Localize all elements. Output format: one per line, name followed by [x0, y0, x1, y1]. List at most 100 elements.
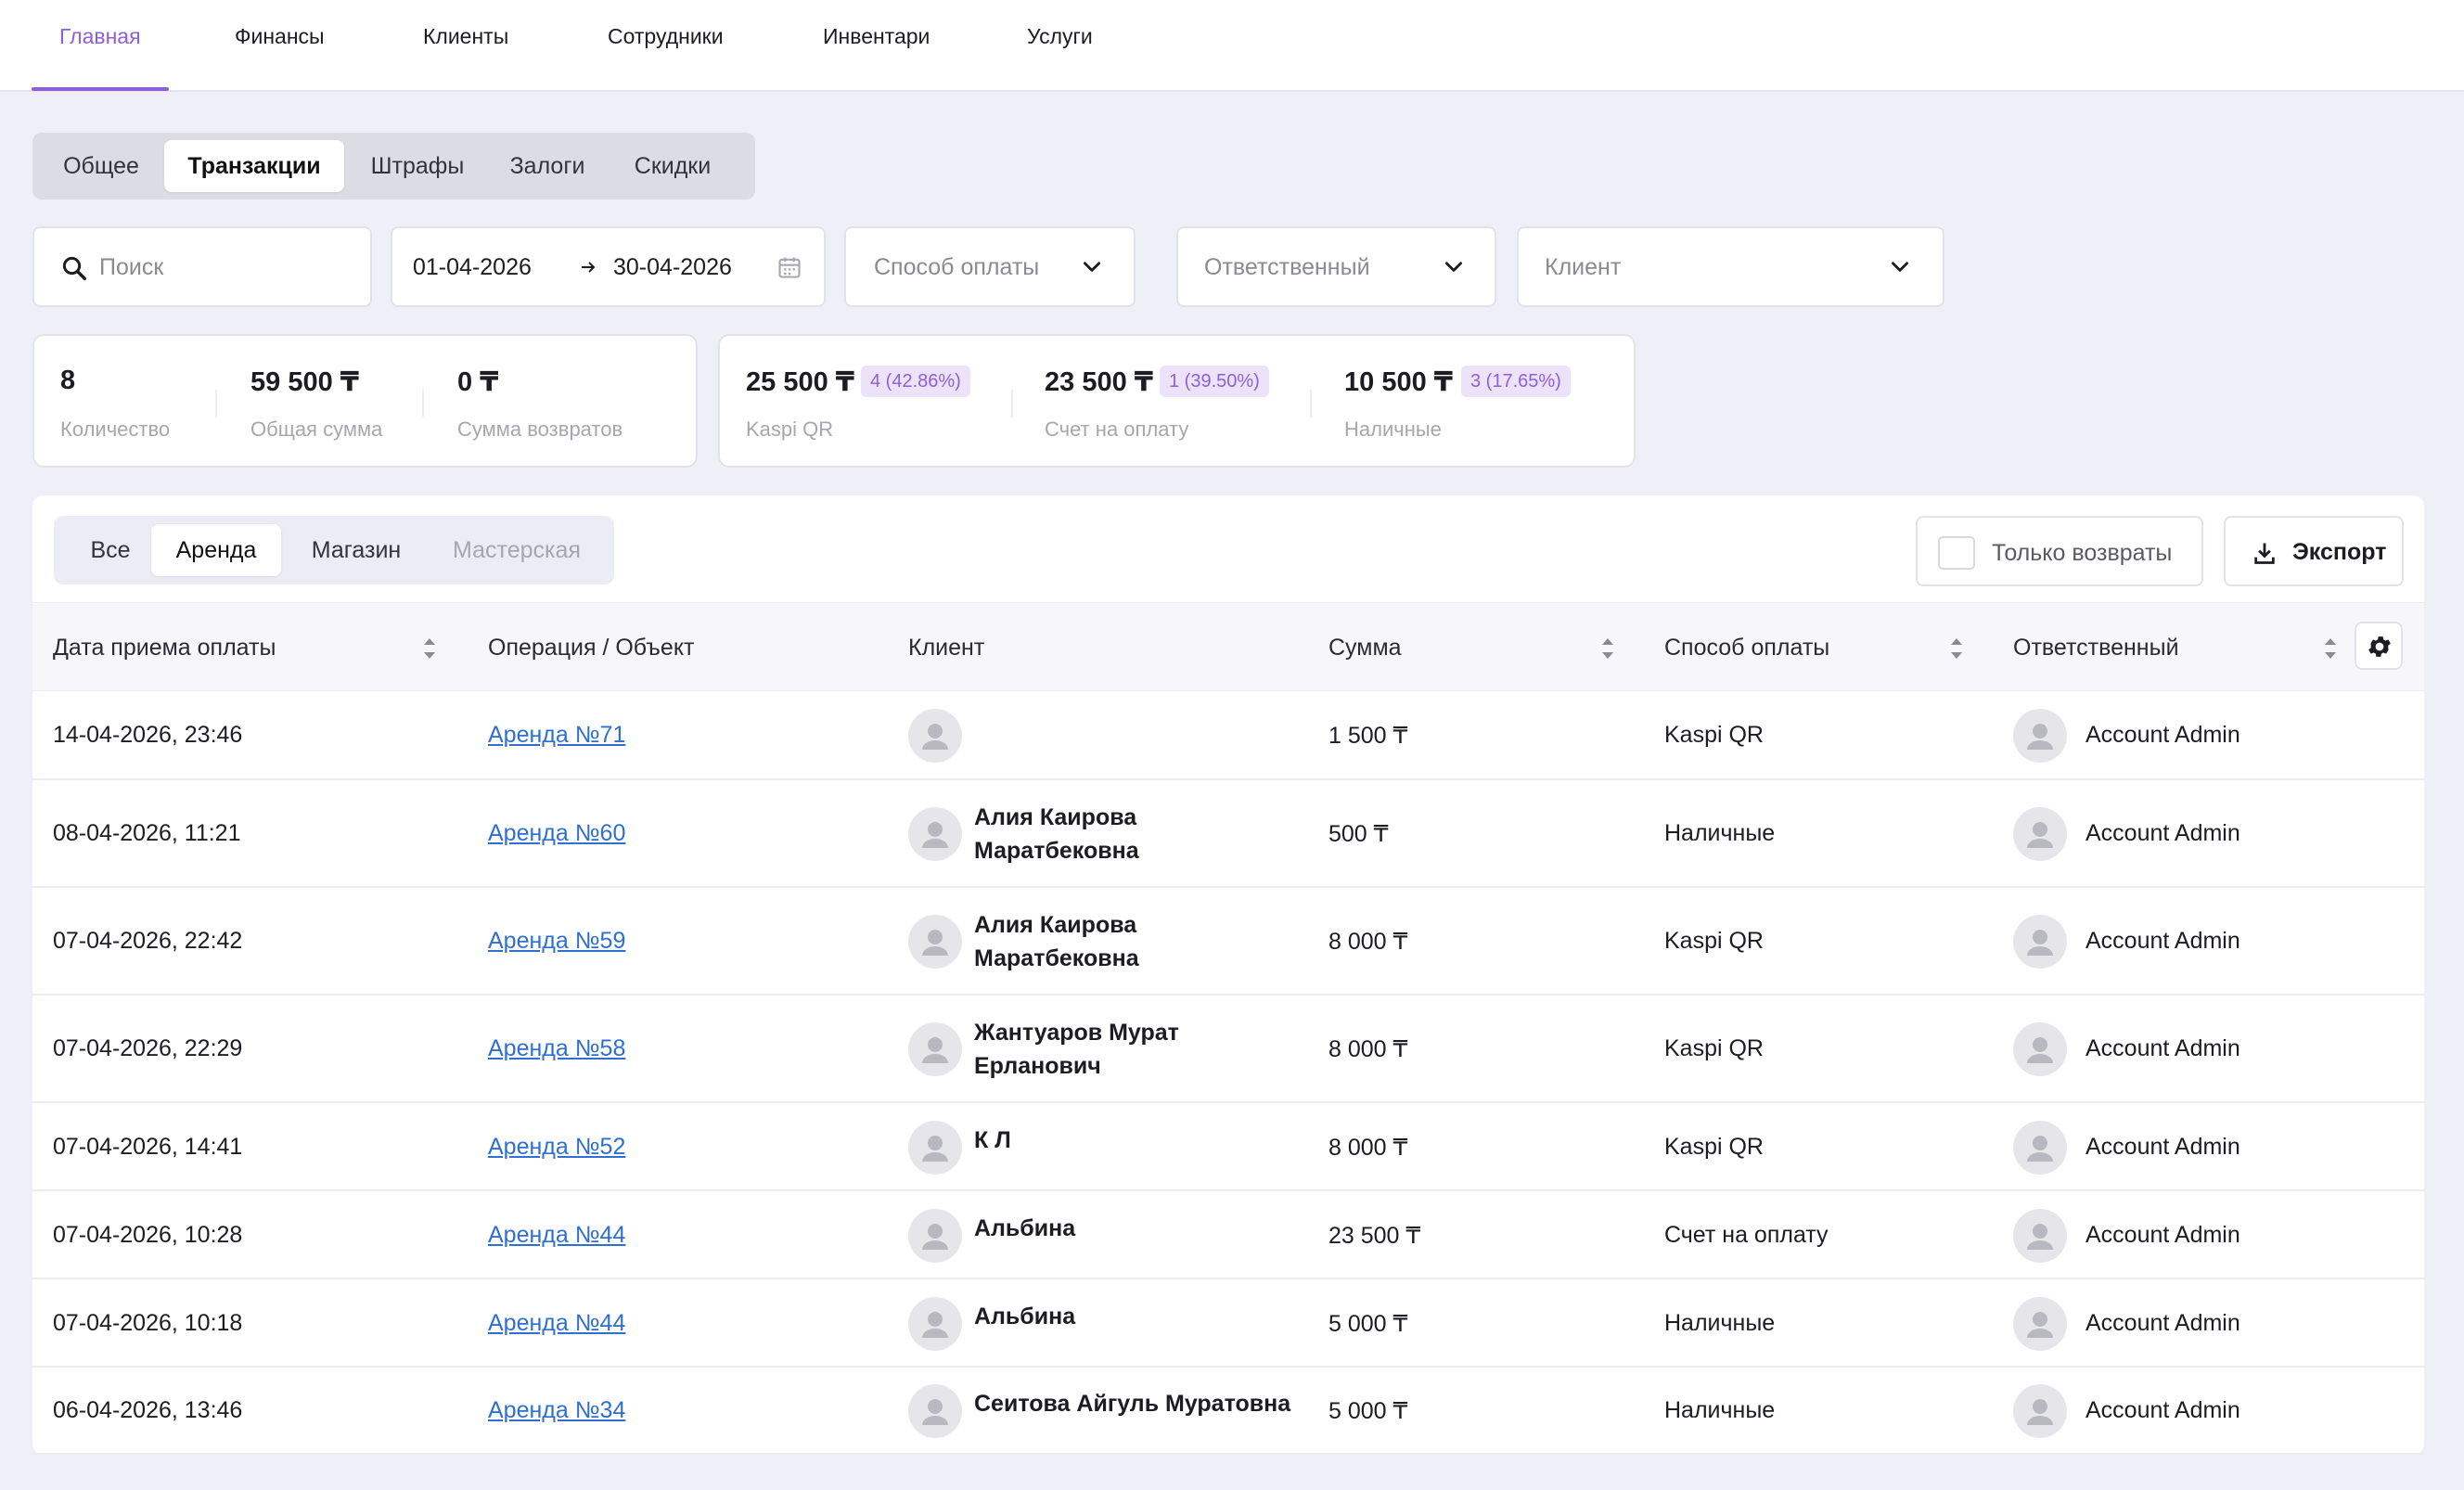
total-value: 59 500 ₸	[250, 367, 359, 397]
cell-amount: 8 000 ₸	[1328, 929, 1408, 955]
column-header-client: Клиент	[908, 635, 985, 661]
subtab-general[interactable]: Общее	[40, 140, 162, 192]
subtab-transactions[interactable]: Транзакции	[164, 140, 344, 192]
operation-link[interactable]: Аренда №52	[488, 1134, 625, 1161]
cell-responsible: Account Admin	[2085, 1397, 2240, 1423]
subtab-fines[interactable]: Штрафы	[348, 140, 487, 192]
client-name: Альбина	[974, 1300, 1197, 1333]
responsible-avatar	[2013, 915, 2067, 969]
nav-item-inventory[interactable]: Инвентари	[823, 24, 930, 49]
table-row[interactable]: 07-04-2026, 22:29 Аренда №58 Жантуаров Мур…	[32, 995, 2424, 1103]
calendar-icon[interactable]	[776, 254, 802, 280]
subtab-discounts[interactable]: Скидки	[608, 140, 738, 192]
cell-date: 07-04-2026, 10:28	[53, 1221, 243, 1248]
client-avatar	[908, 1022, 962, 1076]
operation-link[interactable]: Аренда №34	[488, 1397, 625, 1424]
method-cash-label: Наличные	[1344, 417, 1442, 441]
client-avatar	[908, 915, 962, 969]
divider	[422, 390, 424, 417]
client-select[interactable]: Клиент	[1517, 226, 1944, 307]
refunds-label: Сумма возвратов	[457, 417, 623, 441]
nav-item-services[interactable]: Услуги	[1027, 24, 1093, 49]
payment-method-select[interactable]: Способ оплаты	[844, 226, 1136, 307]
responsible-placeholder: Ответственный	[1204, 254, 1370, 280]
sort-icon[interactable]	[2323, 633, 2338, 664]
export-button[interactable]: Экспорт	[2224, 516, 2404, 586]
method-kaspi-badge: 4 (42.86%)	[861, 366, 970, 397]
refunds-only-label: Только возвраты	[1992, 540, 2173, 566]
refunds-only-checkbox[interactable]	[1938, 536, 1975, 570]
client-name-line1: К Л	[974, 1126, 1011, 1153]
client-name-line1: Альбина	[974, 1214, 1076, 1241]
cell-payment-method: Наличные	[1664, 1309, 1776, 1336]
subtab-deposits[interactable]: Залоги	[493, 140, 602, 192]
client-avatar	[908, 1120, 962, 1175]
nav-item-finance[interactable]: Финансы	[235, 24, 325, 49]
table-row[interactable]: 07-04-2026, 10:28 Аренда №44 Альбина 23 500…	[32, 1191, 2424, 1279]
client-placeholder: Клиент	[1545, 254, 1622, 280]
table-row[interactable]: 07-04-2026, 14:41 Аренда №52 К Л 8 000 ₸ Kas…	[32, 1103, 2424, 1191]
finance-subtabs: Общее Транзакции Штрафы Залоги Скидки	[32, 133, 755, 199]
client-name: Сеитова Айгуль Муратовна	[974, 1387, 1327, 1420]
operation-link[interactable]: Аренда №60	[488, 820, 625, 847]
sort-icon[interactable]	[1600, 633, 1615, 664]
summary-stats-card: 8 Количество 59 500 ₸ Общая сумма 0 ₸ Су…	[32, 334, 698, 468]
method-invoice-label: Счет на оплату	[1045, 417, 1189, 441]
nav-item-home[interactable]: Главная	[59, 24, 141, 49]
category-tab-shop[interactable]: Магазин	[286, 524, 427, 576]
search-input[interactable]	[99, 249, 359, 286]
operation-link[interactable]: Аренда №44	[488, 1222, 625, 1249]
category-tab-all[interactable]: Все	[62, 524, 159, 576]
cell-payment-method: Счет на оплату	[1664, 1221, 1829, 1248]
table-row[interactable]: 08-04-2026, 11:21 Аренда №60 Алия Каирова М…	[32, 780, 2424, 888]
table-row[interactable]: 07-04-2026, 22:42 Аренда №59 Алия Каирова М…	[32, 888, 2424, 995]
responsible-select[interactable]: Ответственный	[1176, 226, 1496, 307]
search-icon	[62, 256, 86, 280]
cell-date: 14-04-2026, 23:46	[53, 722, 243, 748]
nav-item-employees[interactable]: Сотрудники	[608, 24, 724, 49]
responsible-avatar	[2013, 1022, 2067, 1076]
responsible-avatar	[2013, 1208, 2067, 1263]
sort-icon[interactable]	[1949, 633, 1964, 664]
client-name: Алия Каирова Маратбековна	[974, 908, 1197, 975]
column-header-responsible[interactable]: Ответственный	[2013, 635, 2179, 662]
client-avatar	[908, 1208, 962, 1263]
date-range-picker[interactable]: 01-04-2026 30-04-2026	[391, 226, 826, 307]
operation-link[interactable]: Аренда №59	[488, 928, 625, 955]
table-header: Дата приема оплаты Операция / Объект Кли…	[32, 602, 2424, 691]
refunds-only-toggle[interactable]: Только возвраты	[1916, 516, 2203, 586]
date-to[interactable]: 30-04-2026	[613, 254, 732, 281]
client-name-line1: Альбина	[974, 1303, 1076, 1329]
column-header-operation: Операция / Объект	[488, 635, 695, 661]
refunds-value: 0 ₸	[457, 367, 499, 397]
chevron-down-icon	[1892, 262, 1908, 272]
column-header-amount[interactable]: Сумма	[1328, 635, 1402, 662]
operation-link[interactable]: Аренда №44	[488, 1310, 625, 1337]
cell-amount: 23 500 ₸	[1328, 1222, 1421, 1249]
table-row[interactable]: 14-04-2026, 23:46 Аренда №71 1 500 ₸ Kaspi …	[32, 691, 2424, 780]
cell-responsible: Account Admin	[2085, 1133, 2240, 1160]
table-row[interactable]: 07-04-2026, 10:18 Аренда №44 Альбина 5 000 …	[32, 1279, 2424, 1368]
sort-icon[interactable]	[422, 633, 437, 664]
operation-link[interactable]: Аренда №58	[488, 1035, 625, 1062]
top-navigation: Главная Финансы Клиенты Сотрудники Инвен…	[0, 0, 2464, 92]
nav-item-clients[interactable]: Клиенты	[423, 24, 508, 49]
column-header-method[interactable]: Способ оплаты	[1664, 635, 1829, 662]
category-tab-rental[interactable]: Аренда	[151, 524, 281, 576]
cell-responsible: Account Admin	[2085, 1309, 2240, 1336]
operation-link[interactable]: Аренда №71	[488, 722, 625, 749]
cell-amount: 8 000 ₸	[1328, 1134, 1408, 1161]
table-row[interactable]: 06-04-2026, 13:46 Аренда №34 Сеитова Айгул…	[32, 1368, 2424, 1455]
column-header-date[interactable]: Дата приема оплаты	[53, 635, 276, 662]
responsible-avatar	[2013, 1384, 2067, 1438]
cell-amount: 5 000 ₸	[1328, 1310, 1408, 1337]
divider	[215, 390, 217, 417]
client-avatar	[908, 1296, 962, 1351]
date-from[interactable]: 01-04-2026	[413, 254, 532, 281]
cell-date: 07-04-2026, 10:18	[53, 1309, 243, 1336]
responsible-avatar	[2013, 709, 2067, 763]
transactions-table-card: Все Аренда Магазин Мастерская Только воз…	[32, 495, 2424, 1455]
category-tab-workshop[interactable]: Мастерская	[429, 524, 605, 576]
cell-responsible: Account Admin	[2085, 820, 2240, 846]
column-settings-button[interactable]	[2355, 622, 2403, 670]
